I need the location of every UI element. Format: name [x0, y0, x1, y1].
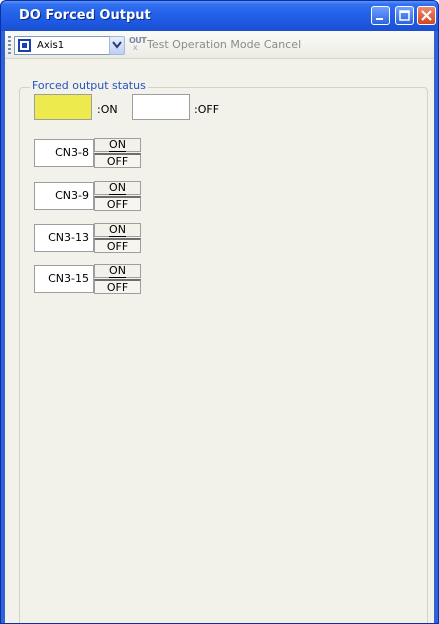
legend-on-swatch — [34, 94, 92, 120]
maximize-icon — [399, 10, 410, 21]
signal-label-cn3-15: CN3-15 — [34, 265, 94, 293]
on-button-label: ON — [109, 223, 126, 237]
on-button-cn3-13[interactable]: ON — [94, 223, 141, 237]
signal-label-cn3-13: CN3-13 — [34, 224, 94, 252]
window-title: DO Forced Output — [19, 8, 151, 23]
off-button-cn3-9[interactable]: OFF — [94, 196, 141, 211]
chevron-down-icon — [112, 41, 122, 49]
axis-select-value: Axis1 — [37, 40, 65, 51]
maximize-button[interactable] — [395, 6, 414, 25]
close-icon — [421, 10, 432, 21]
on-button-cn3-15[interactable]: ON — [94, 264, 141, 278]
group-label: Forced output status — [30, 79, 148, 92]
minimize-button[interactable] — [371, 6, 390, 25]
on-button-cn3-9[interactable]: ON — [94, 181, 141, 195]
axis-icon — [18, 39, 31, 52]
axis-select[interactable]: Axis1 — [14, 36, 115, 55]
off-button-cn3-15[interactable]: OFF — [94, 279, 141, 294]
on-button-label: ON — [109, 181, 126, 195]
out-icon[interactable]: OUT x — [129, 36, 147, 54]
legend-off-label: :OFF — [194, 103, 220, 116]
toolbar: Axis1 OUT x Test Operation Mode Cancel — [5, 31, 434, 59]
legend-on-label: :ON — [97, 103, 118, 116]
do-forced-output-window: DO Forced Output Axis1 OUT x Test Operat — [0, 0, 439, 624]
close-button[interactable] — [417, 6, 436, 25]
legend-off-swatch — [132, 94, 190, 120]
forced-output-status-group — [19, 87, 428, 623]
client-area: Axis1 OUT x Test Operation Mode Cancel F… — [5, 31, 434, 623]
test-operation-cancel-button[interactable]: Test Operation Mode Cancel — [147, 38, 301, 51]
out-icon-cross: x — [133, 43, 138, 52]
on-button-label: ON — [109, 264, 126, 278]
on-button-cn3-8[interactable]: ON — [94, 138, 141, 152]
off-button-cn3-8[interactable]: OFF — [94, 153, 141, 168]
signal-label-cn3-9: CN3-9 — [34, 182, 94, 210]
signal-label-cn3-8: CN3-8 — [34, 139, 94, 167]
toolbar-grip-icon[interactable] — [8, 36, 11, 54]
title-bar[interactable]: DO Forced Output — [1, 1, 438, 31]
on-button-label: ON — [109, 138, 126, 152]
axis-dropdown-button[interactable] — [109, 36, 125, 55]
off-button-cn3-13[interactable]: OFF — [94, 238, 141, 253]
minimize-icon — [376, 18, 383, 20]
